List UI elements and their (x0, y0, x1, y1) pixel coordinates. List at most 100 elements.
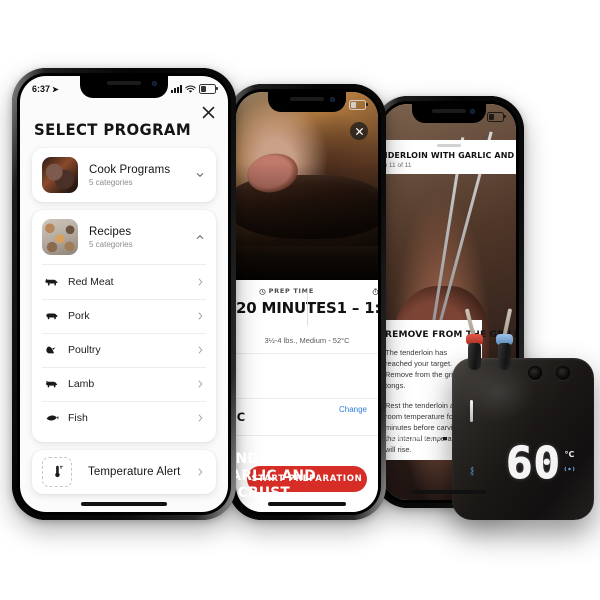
probe-port-3[interactable] (528, 366, 542, 380)
meat-slice (244, 149, 302, 197)
phone1-home-indicator[interactable] (81, 502, 167, 506)
probe-port-4[interactable] (556, 366, 570, 380)
phone3-notch (412, 104, 486, 123)
battery-icon (487, 112, 506, 122)
recipes-row[interactable]: Recipes 5 categories (32, 210, 216, 264)
page-title: SELECT PROGRAM (34, 120, 191, 139)
recipes-text: Recipes 5 categories (89, 226, 133, 249)
cook-programs-title: Cook Programs (89, 163, 171, 176)
close-button[interactable] (350, 122, 368, 140)
chevron-down-icon[interactable] (196, 171, 204, 179)
cow-icon (44, 275, 60, 289)
status-time: 6:37 (32, 84, 51, 94)
thermometer-icon (42, 457, 72, 487)
timer-icon (372, 287, 378, 295)
cook-programs-card[interactable]: Cook Programs 5 categories (32, 148, 216, 202)
chevron-right-icon[interactable] (198, 278, 203, 286)
earpiece-speaker (107, 81, 141, 85)
cook-time-value: 1 – 1:15 HOURS (336, 299, 378, 317)
phone2-home-indicator[interactable] (268, 502, 346, 506)
front-camera (152, 81, 157, 86)
phone-recipe-detail: BEEF TENDERLOIN WITH GARLIC AND PEPPER C… (228, 84, 386, 520)
roast-shape (236, 174, 378, 239)
signal-strength-icon (564, 465, 575, 473)
prep-time-block: PREP TIME 20 MINUTES (236, 287, 337, 336)
location-arrow-icon: ➤ (52, 84, 59, 94)
temperature-alert-label: Temperature Alert (88, 466, 181, 478)
pig-icon (44, 309, 60, 323)
sidebar-item-label: Red Meat (68, 276, 114, 288)
sidebar-item-pork[interactable]: Pork (32, 299, 216, 333)
status-indicators (171, 84, 218, 94)
fish-icon (44, 411, 60, 425)
prep-time-value: 20 MINUTES (236, 299, 337, 317)
cook-programs-subtitle: 5 categories (89, 177, 133, 187)
close-button[interactable] (202, 106, 215, 119)
cutting-board (236, 246, 378, 280)
device-lcd-display: 60 °C (506, 438, 575, 489)
battery-icon (349, 100, 368, 110)
bluetooth-thermometer-device: 60 °C (452, 308, 594, 520)
lcd-side-indicators: °C (564, 450, 575, 473)
chevron-right-icon[interactable] (198, 414, 203, 422)
chevron-right-icon[interactable] (198, 468, 203, 476)
change-temperature-link[interactable]: Change (339, 405, 367, 414)
doneness-note: 3½-4 lbs., Medium - 52°C (264, 336, 350, 345)
probe-barrel-blue (498, 343, 511, 370)
clock-icon (259, 288, 266, 295)
lamb-icon (44, 377, 60, 391)
cook-time-label-wrap: COOK TIME (337, 287, 378, 295)
sidebar-item-fish[interactable]: Fish (32, 401, 216, 435)
screenshot-canvas: BEEF TENDERLOIN WITH GARLIC AND PEPPER C… (0, 0, 600, 600)
phone-select-program: 6:37 ➤ SELECT PROGRAM Cook Programs 5 ca… (12, 68, 236, 520)
chevron-right-icon[interactable] (198, 312, 203, 320)
phone1-screen: 6:37 ➤ SELECT PROGRAM Cook Programs 5 ca… (20, 76, 228, 512)
probe-connector-blue (496, 308, 513, 372)
detail-spacer (236, 354, 378, 398)
front-camera (330, 97, 335, 102)
probe-barrel-red (468, 343, 481, 370)
chevron-right-icon[interactable] (198, 380, 203, 388)
cook-programs-row[interactable]: Cook Programs 5 categories (32, 148, 216, 202)
sidebar-item-lamb[interactable]: Lamb (32, 367, 216, 401)
sheet-drag-handle[interactable] (437, 144, 461, 147)
phone1-notch (80, 76, 168, 98)
status-time-wrap: 6:37 ➤ (32, 84, 59, 94)
wifi-icon (185, 85, 196, 93)
phone3-sheet-header: BEEF TENDERLOIN WITH GARLIC AND PEPPER C… (382, 140, 516, 174)
phone3-home-indicator[interactable] (412, 490, 486, 494)
sidebar-item-label: Pork (68, 310, 90, 322)
temperature-reading: 60 (506, 438, 561, 489)
temperature-alert-row[interactable]: Temperature Alert (32, 450, 216, 494)
chevron-up-icon[interactable] (196, 233, 204, 241)
chevron-right-icon[interactable] (198, 346, 203, 354)
divider-3 (236, 435, 378, 436)
sheet-step-indicator: Cooking • Step 11 of 11 (382, 161, 412, 169)
target-temperature-value: 52°C (236, 410, 246, 424)
recipes-thumbnail (42, 219, 78, 255)
close-icon (355, 127, 363, 135)
phone2-inner: BEEF TENDERLOIN WITH GARLIC AND PEPPER C… (233, 89, 381, 515)
bluetooth-icon (468, 466, 476, 476)
cook-programs-thumbnail (42, 157, 78, 193)
front-camera (470, 109, 475, 114)
cellular-signal-icon (171, 85, 182, 93)
phone2-notch (268, 92, 346, 112)
prep-time-label-wrap: PREP TIME (236, 287, 337, 295)
recipes-title: Recipes (89, 225, 132, 238)
close-icon (202, 106, 215, 119)
sheet-recipe-title: BEEF TENDERLOIN WITH GARLIC AND PEPPER C… (382, 150, 516, 160)
battery-icon (199, 84, 218, 94)
temperature-alert-card[interactable]: Temperature Alert (32, 450, 216, 494)
temperature-alert-text: Temperature Alert (88, 466, 180, 478)
step-heading: REMOVE FROM THE GRILL (385, 330, 516, 340)
sidebar-item-label: Fish (68, 412, 88, 424)
sidebar-item-label: Poultry (68, 344, 101, 356)
sidebar-item-red-meat[interactable]: Red Meat (32, 265, 216, 299)
cook-time-block: COOK TIME 1 – 1:15 HOURS (337, 287, 378, 336)
earpiece-speaker (432, 109, 466, 113)
target-temperature-row[interactable]: 52°C Change (236, 399, 378, 435)
cook-programs-text: Cook Programs 5 categories (89, 164, 170, 187)
recipes-card[interactable]: Recipes 5 categories Red Meat Pork Poult… (32, 210, 216, 442)
sidebar-item-poultry[interactable]: Poultry (32, 333, 216, 367)
